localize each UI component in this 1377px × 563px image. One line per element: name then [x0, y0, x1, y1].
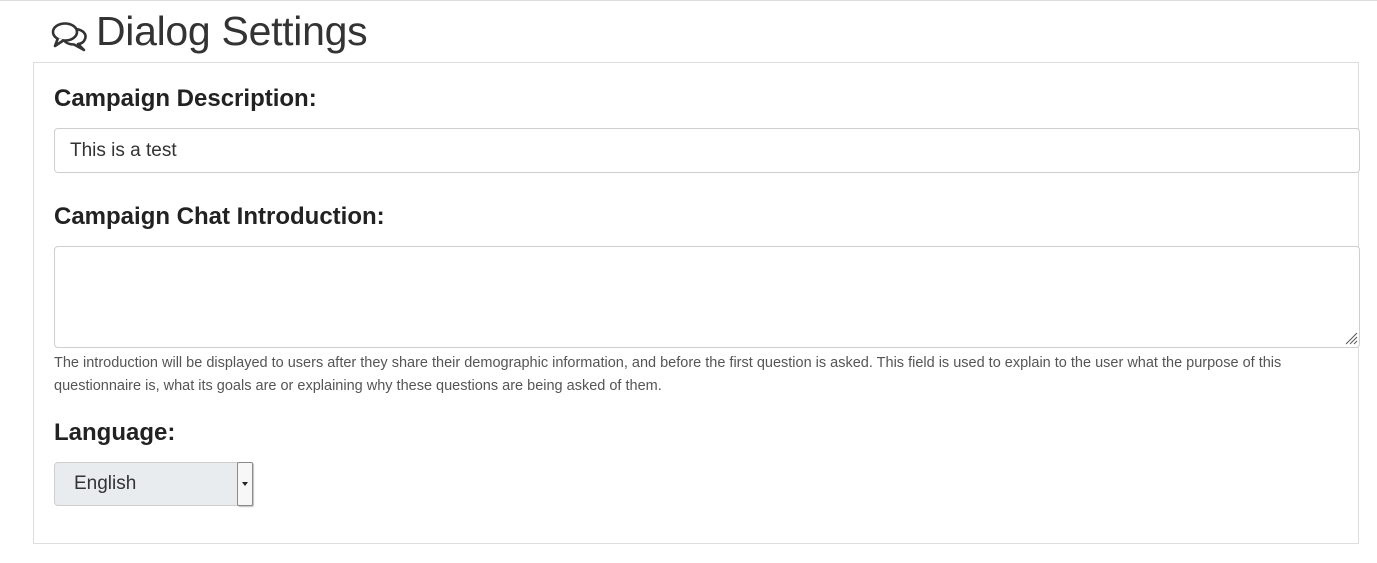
description-label: Campaign Description: [54, 85, 317, 112]
chevron-down-icon [242, 482, 248, 486]
settings-panel: Campaign Description: Campaign Chat Intr… [33, 62, 1360, 544]
language-selected-value: English [74, 473, 137, 494]
intro-textarea[interactable] [54, 246, 1360, 348]
description-input[interactable] [54, 128, 1360, 173]
top-divider [0, 0, 1377, 1]
page-title: Dialog Settings [50, 6, 368, 56]
comments-icon [50, 15, 92, 52]
dropdown-arrow-button[interactable] [237, 462, 253, 506]
intro-label: Campaign Chat Introduction: [54, 203, 385, 230]
page-title-text: Dialog Settings [96, 7, 368, 54]
language-label: Language: [54, 419, 176, 446]
intro-help-text: The introduction will be displayed to us… [54, 355, 1282, 394]
language-select[interactable]: English [54, 462, 253, 506]
resize-grip-icon[interactable] [1344, 331, 1358, 345]
